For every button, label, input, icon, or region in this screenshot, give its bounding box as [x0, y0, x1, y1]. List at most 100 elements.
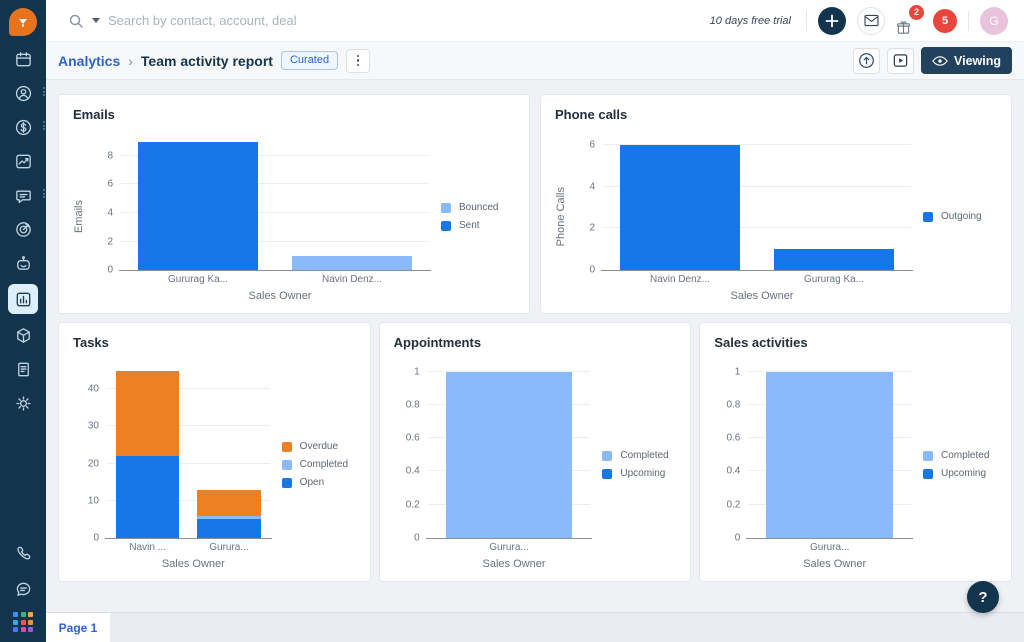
bar-segment-outgoing[interactable] [619, 145, 741, 270]
y-axis-title: Emails [73, 199, 85, 233]
y-axis-tick: 0.8 [726, 399, 741, 411]
search-scope-caret-icon[interactable] [92, 18, 100, 23]
y-axis-tick: 30 [87, 420, 99, 432]
page-tab[interactable]: Page 1 [46, 613, 110, 642]
email-inbox-button[interactable] [857, 6, 885, 35]
target-icon [15, 221, 31, 237]
bar-segment-bounced[interactable] [291, 255, 413, 270]
legend-item-open[interactable]: Open [281, 477, 352, 488]
report-canvas: Emails Emails 0 2 4 6 8 Gururag Ka... Navin De… [46, 80, 1024, 612]
freshworks-logo-icon[interactable] [9, 8, 37, 36]
bar-segment-sent[interactable] [137, 141, 259, 270]
export-button[interactable] [852, 47, 880, 74]
quick-add-button[interactable] [818, 6, 846, 35]
bar-segment-completed[interactable] [197, 515, 261, 520]
trial-status: 10 days free trial [709, 14, 791, 27]
chart-legend: Bounced Sent [439, 128, 515, 305]
legend-item-upcoming[interactable]: Upcoming [923, 468, 993, 479]
legend-label: Completed [941, 450, 990, 461]
presentation-play-icon [893, 54, 908, 67]
user-avatar[interactable]: G [980, 6, 1008, 35]
sidebar-item-analytics[interactable] [8, 284, 38, 314]
apps-switcher-icon[interactable] [13, 612, 33, 632]
divider [968, 10, 969, 31]
sidebar-item-bot[interactable] [8, 250, 38, 276]
plus-icon [825, 14, 839, 27]
sidebar-item-products[interactable] [8, 322, 38, 348]
legend-item-sent[interactable]: Sent [441, 220, 511, 231]
legend-item-bounced[interactable]: Bounced [441, 202, 511, 213]
whats-new-badge: 2 [909, 4, 924, 20]
sidebar-bottom [8, 540, 38, 642]
overflow-dots-icon [43, 189, 45, 198]
y-axis-tick: 6 [107, 178, 113, 190]
sidebar-item-settings[interactable] [8, 390, 38, 416]
report-toolbar: Analytics › Team activity report Curated… [46, 42, 1024, 80]
bar-segment-overdue[interactable] [197, 489, 261, 516]
legend-swatch [281, 459, 292, 470]
bar-segment-overdue[interactable] [115, 370, 180, 457]
legend-item-completed[interactable]: Completed [923, 450, 993, 461]
sidebar-item-support-chat[interactable] [8, 576, 38, 602]
legend-label: Bounced [459, 202, 499, 213]
bar-segment-outgoing[interactable] [773, 249, 895, 270]
legend-label: Upcoming [941, 468, 987, 479]
legend-swatch [923, 468, 934, 479]
whats-new-button[interactable]: 2 [896, 4, 924, 35]
legend-item-completed[interactable]: Completed [281, 459, 352, 470]
y-axis-tick: 0 [414, 532, 420, 544]
x-category-label: Navin ... [129, 542, 166, 553]
bar-segment-open[interactable] [115, 456, 180, 538]
report-options-button[interactable] [346, 48, 371, 73]
notifications-button[interactable]: 5 [933, 8, 957, 33]
x-axis-title: Sales Owner [482, 558, 546, 570]
sidebar-item-contacts[interactable] [8, 80, 45, 106]
chat-icon [15, 190, 31, 203]
bar-segment-completed[interactable] [445, 371, 573, 538]
legend-item-overdue[interactable]: Overdue [281, 441, 352, 452]
envelope-icon [863, 14, 879, 27]
y-axis-tick: 0.6 [405, 432, 420, 444]
plot-area: 0 2 4 6 Navin Denz... Gururag Ka... [589, 136, 913, 285]
share-export-icon [859, 53, 874, 68]
breadcrumb-analytics-link[interactable]: Analytics [58, 53, 120, 69]
legend-item-completed[interactable]: Completed [602, 450, 672, 461]
trend-chart-icon [15, 154, 31, 168]
y-axis-tick: 10 [87, 495, 99, 507]
sidebar-item-conversations[interactable] [8, 182, 45, 208]
viewing-mode-button[interactable]: Viewing [920, 47, 1012, 74]
sidebar-item-calendar[interactable] [8, 46, 38, 72]
chart-legend: Overdue Completed Open [280, 356, 356, 573]
sidebar-item-phone[interactable] [8, 540, 38, 566]
toolbar-actions: Viewing [852, 47, 1012, 74]
legend-item-outgoing[interactable]: Outgoing [923, 211, 993, 222]
search-input[interactable] [108, 13, 428, 28]
chat-bubble-icon [16, 582, 30, 596]
legend-label: Overdue [299, 441, 339, 452]
dollar-icon [15, 119, 31, 135]
page-title: Team activity report [140, 52, 273, 69]
topbar: 10 days free trial 2 5 G [46, 0, 1024, 42]
presentation-button[interactable] [886, 47, 914, 74]
breadcrumb: Analytics › Team activity report Curated [58, 48, 853, 73]
sidebar-item-deals[interactable] [8, 114, 45, 140]
y-axis-tick: 40 [87, 383, 99, 395]
gear-icon [15, 395, 31, 411]
legend-swatch [441, 202, 451, 213]
sidebar-item-reports[interactable] [8, 148, 38, 174]
y-axis-tick: 0.2 [726, 499, 741, 511]
x-axis-title: Sales Owner [248, 290, 312, 302]
plot-area: 0 10 20 30 40 Navin ... Gurura... [88, 364, 272, 553]
y-axis-tick: 0.8 [405, 399, 420, 411]
topbar-actions: 10 days free trial 2 5 G [709, 4, 1008, 35]
help-button[interactable]: ? [967, 581, 999, 613]
legend-item-upcoming[interactable]: Upcoming [602, 468, 672, 479]
bar-segment-open[interactable] [197, 519, 261, 538]
bar-segment-completed[interactable] [766, 371, 894, 538]
y-axis-tick: 0 [107, 264, 113, 276]
sidebar-item-goals[interactable] [8, 216, 38, 242]
legend-swatch [602, 468, 613, 479]
x-category-label: Gururag Ka... [803, 274, 865, 285]
sidebar-item-documents[interactable] [8, 356, 38, 382]
chart-title: Sales activities [714, 335, 808, 350]
